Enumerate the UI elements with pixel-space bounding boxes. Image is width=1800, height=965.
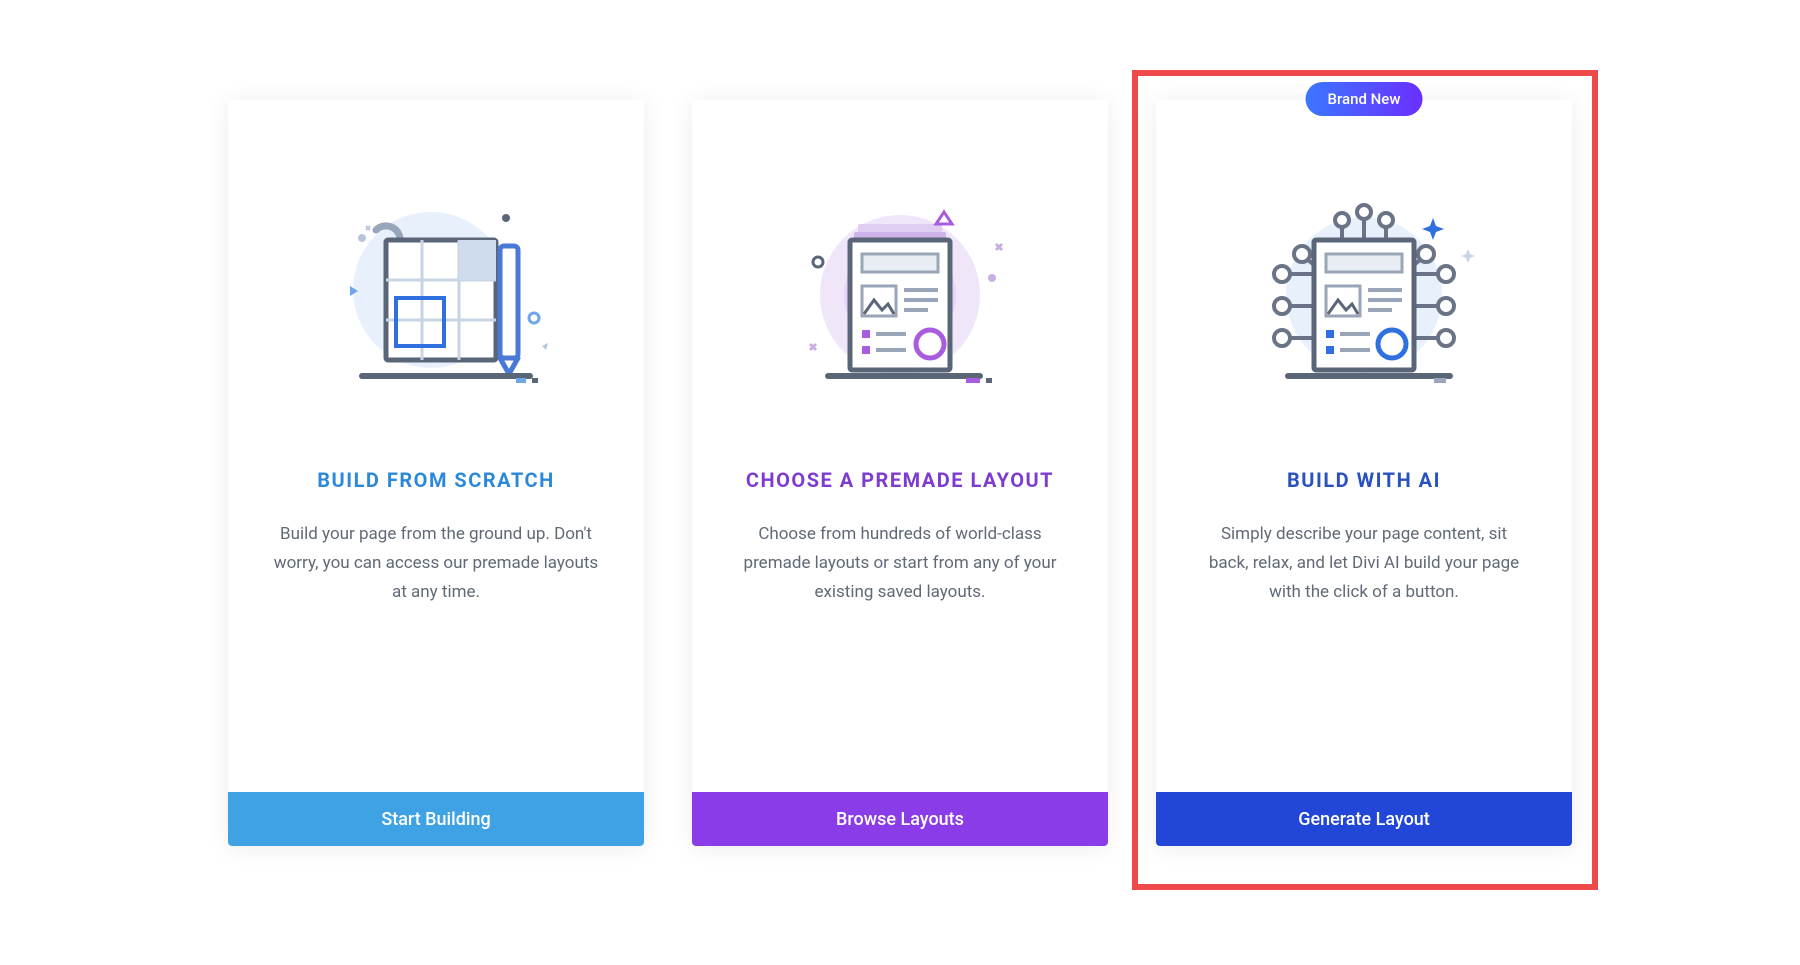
card-title: CHOOSE A PREMADE LAYOUT [736,468,1064,492]
card-description: Build your page from the ground up. Don'… [272,520,600,607]
layout-chooser: BUILD FROM SCRATCH Build your page from … [0,0,1800,965]
ai-icon [1234,190,1494,400]
button-label: Browse Layouts [836,809,964,830]
browse-layouts-button[interactable]: Browse Layouts [692,792,1108,846]
card-description: Choose from hundreds of world-class prem… [736,520,1064,607]
card-description: Simply describe your page content, sit b… [1200,520,1528,607]
card-content: CHOOSE A PREMADE LAYOUT Choose from hund… [692,450,1108,792]
card-content: BUILD FROM SCRATCH Build your page from … [228,450,644,792]
card-title: BUILD WITH AI [1200,468,1528,492]
card-build-with-ai[interactable]: Brand New [1156,100,1572,846]
ai-illustration [1156,100,1572,450]
generate-layout-button[interactable]: Generate Layout [1156,792,1572,846]
scratch-icon [316,190,556,400]
button-label: Start Building [381,809,490,830]
card-title: BUILD FROM SCRATCH [272,468,600,492]
button-label: Generate Layout [1298,809,1430,830]
card-premade-layout[interactable]: CHOOSE A PREMADE LAYOUT Choose from hund… [692,100,1108,846]
premade-icon [780,190,1020,400]
card-build-from-scratch[interactable]: BUILD FROM SCRATCH Build your page from … [228,100,644,846]
premade-illustration [692,100,1108,450]
start-building-button[interactable]: Start Building [228,792,644,846]
card-content: BUILD WITH AI Simply describe your page … [1156,450,1572,792]
badge-label: Brand New [1328,90,1401,108]
brand-new-badge: Brand New [1306,82,1423,116]
scratch-illustration [228,100,644,450]
